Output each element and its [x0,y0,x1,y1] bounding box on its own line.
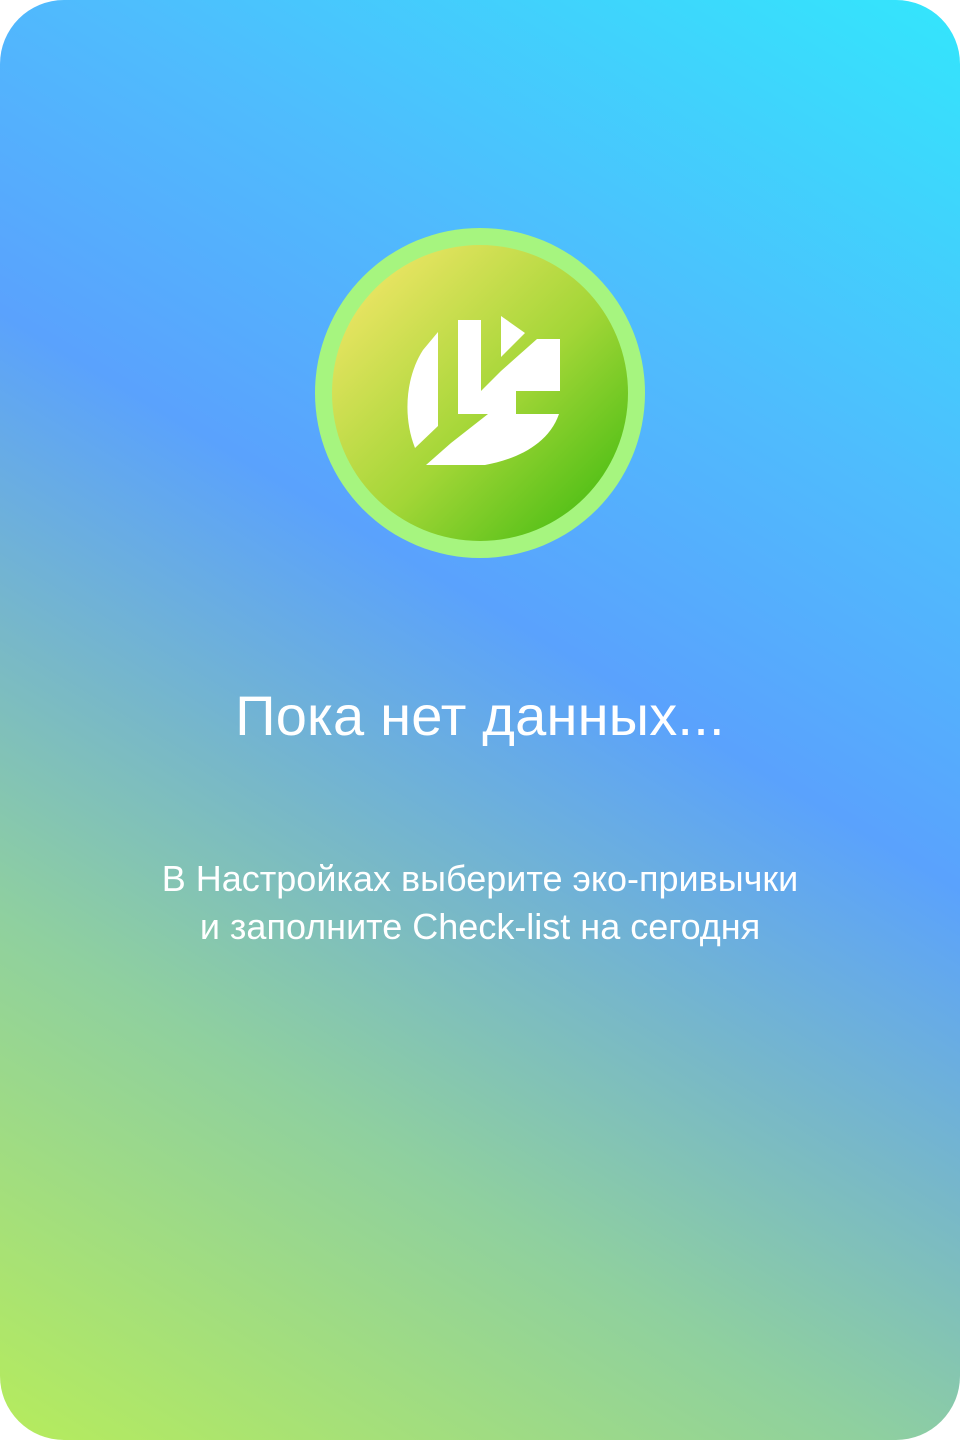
empty-state-title: Пока нет данных... [235,684,725,747]
empty-state-message-line: и заполните Check-list на сегодня [199,906,761,947]
leaf-icon [315,228,645,558]
empty-state-message-line: В Настройках выберите эко-привычки [161,858,799,899]
empty-state-card: Пока нет данных... В Настройках выберите… [0,0,960,1440]
empty-state-message: В Настройках выберите эко-привычки и зап… [60,855,900,951]
